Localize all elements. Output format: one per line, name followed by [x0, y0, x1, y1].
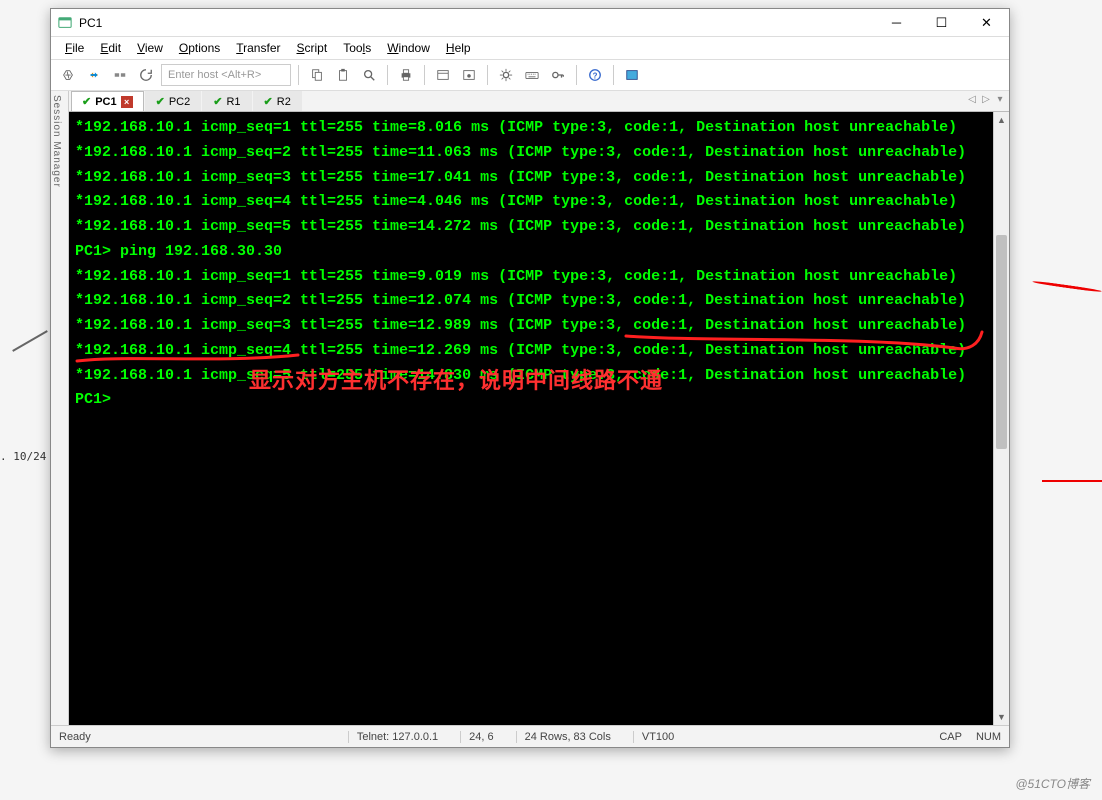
terminal-line: *192.168.10.1 icmp_seq=1 ttl=255 time=8.…: [75, 116, 987, 141]
tab-r2[interactable]: ✔ R2: [253, 91, 302, 111]
close-button[interactable]: ✕: [964, 9, 1009, 37]
separator: [387, 65, 388, 85]
disconnect-icon[interactable]: [109, 64, 131, 86]
reconnect-icon[interactable]: [83, 64, 105, 86]
tab-pc1[interactable]: ✔ PC1 ×: [71, 91, 144, 111]
watermark-text: @51CTO博客: [1015, 775, 1090, 792]
menu-window[interactable]: Window: [379, 39, 438, 57]
titlebar: PC1 ─ ☐ ✕: [51, 9, 1009, 37]
terminal-line: *192.168.10.1 icmp_seq=4 ttl=255 time=12…: [75, 339, 987, 364]
body: Session Manager ✔ PC1 × ✔ PC2 ✔ R1 ✔: [51, 91, 1009, 725]
status-capslock: CAP: [939, 731, 962, 743]
find-icon[interactable]: [358, 64, 380, 86]
menu-transfer[interactable]: Transfer: [228, 39, 288, 57]
settings-icon[interactable]: [495, 64, 517, 86]
tab-next-icon[interactable]: ▷: [979, 94, 993, 108]
menu-options[interactable]: Options: [171, 39, 228, 57]
tab-pc2[interactable]: ✔ PC2: [145, 91, 202, 111]
paste-icon[interactable]: [332, 64, 354, 86]
publickey-icon[interactable]: [547, 64, 569, 86]
terminal-line: *192.168.10.1 icmp_seq=3 ttl=255 time=12…: [75, 314, 987, 339]
tab-menu-icon[interactable]: ▾: [993, 94, 1007, 108]
tab-r1[interactable]: ✔ R1: [202, 91, 251, 111]
status-ready: Ready: [59, 731, 91, 743]
background-red-line-2: [1042, 480, 1102, 482]
session-tabs: ✔ PC1 × ✔ PC2 ✔ R1 ✔ R2 ◁ ▷: [69, 91, 1009, 112]
toolbar: Enter host <Alt+R> ?: [51, 60, 1009, 91]
help-icon[interactable]: ?: [584, 64, 606, 86]
print-icon[interactable]: [395, 64, 417, 86]
vertical-scrollbar[interactable]: ▲ ▼: [993, 112, 1009, 725]
statusbar: Ready Telnet: 127.0.0.1 24, 6 24 Rows, 8…: [51, 725, 1009, 747]
separator: [424, 65, 425, 85]
properties-icon[interactable]: [432, 64, 454, 86]
separator: [613, 65, 614, 85]
terminal-line: *192.168.10.1 icmp_seq=5 ttl=255 time=14…: [75, 364, 987, 389]
menu-edit[interactable]: Edit: [92, 39, 129, 57]
background-red-line: [1032, 280, 1102, 293]
terminal-line: *192.168.10.1 icmp_seq=3 ttl=255 time=17…: [75, 166, 987, 191]
status-numlock: NUM: [976, 731, 1001, 743]
close-tab-icon[interactable]: ×: [121, 96, 133, 108]
tab-label: R2: [277, 96, 291, 108]
terminal-container: *192.168.10.1 icmp_seq=1 ttl=255 time=8.…: [69, 112, 1009, 725]
separator: [298, 65, 299, 85]
status-connection: Telnet: 127.0.0.1: [348, 731, 446, 743]
terminal-line: *192.168.10.1 icmp_seq=5 ttl=255 time=14…: [75, 215, 987, 240]
scroll-down-icon[interactable]: ▼: [994, 709, 1009, 725]
terminal-line: PC1>: [75, 388, 987, 413]
connected-icon: ✔: [156, 95, 165, 108]
menubar: File Edit View Options Transfer Script T…: [51, 37, 1009, 60]
background-ip-label: . 10/24: [0, 450, 46, 463]
keyboard-icon[interactable]: [521, 64, 543, 86]
terminal-line: PC1> ping 192.168.30.30: [75, 240, 987, 265]
sessoptions-icon[interactable]: [458, 64, 480, 86]
terminal-line: *192.168.10.1 icmp_seq=2 ttl=255 time=12…: [75, 289, 987, 314]
window-controls: ─ ☐ ✕: [874, 9, 1009, 37]
terminal-line: *192.168.10.1 icmp_seq=4 ttl=255 time=4.…: [75, 190, 987, 215]
background-line: [12, 330, 48, 352]
tab-label: PC2: [169, 96, 190, 108]
connected-icon: ✔: [213, 95, 222, 108]
host-input[interactable]: Enter host <Alt+R>: [161, 64, 291, 86]
separator: [487, 65, 488, 85]
connected-icon: ✔: [264, 95, 273, 108]
copy-icon[interactable]: [306, 64, 328, 86]
reconnect-all-icon[interactable]: [135, 64, 157, 86]
status-dimensions: 24 Rows, 83 Cols: [516, 731, 619, 743]
menu-help[interactable]: Help: [438, 39, 479, 57]
terminal-line: *192.168.10.1 icmp_seq=1 ttl=255 time=9.…: [75, 265, 987, 290]
sftp-icon[interactable]: [621, 64, 643, 86]
status-emulation: VT100: [633, 731, 682, 743]
scroll-up-icon[interactable]: ▲: [994, 112, 1009, 128]
scroll-thumb[interactable]: [996, 235, 1007, 450]
svg-text:?: ?: [593, 72, 598, 81]
terminal-line: *192.168.10.1 icmp_seq=2 ttl=255 time=11…: [75, 141, 987, 166]
tab-label: R1: [226, 96, 240, 108]
menu-view[interactable]: View: [129, 39, 171, 57]
menu-script[interactable]: Script: [289, 39, 336, 57]
separator: [576, 65, 577, 85]
session-manager-tab[interactable]: Session Manager: [51, 91, 69, 725]
tab-label: PC1: [95, 96, 116, 108]
tab-prev-icon[interactable]: ◁: [965, 94, 979, 108]
menu-file[interactable]: File: [57, 39, 92, 57]
terminal[interactable]: *192.168.10.1 icmp_seq=1 ttl=255 time=8.…: [69, 112, 993, 725]
quick-connect-icon[interactable]: [57, 64, 79, 86]
menu-tools[interactable]: Tools: [335, 39, 379, 57]
app-icon: [57, 15, 73, 31]
main-area: ✔ PC1 × ✔ PC2 ✔ R1 ✔ R2 ◁ ▷: [69, 91, 1009, 725]
app-window: PC1 ─ ☐ ✕ File Edit View Options Transfe…: [50, 8, 1010, 748]
maximize-button[interactable]: ☐: [919, 9, 964, 37]
minimize-button[interactable]: ─: [874, 9, 919, 37]
window-title: PC1: [79, 16, 874, 30]
status-cursor-pos: 24, 6: [460, 731, 501, 743]
connected-icon: ✔: [82, 95, 91, 108]
